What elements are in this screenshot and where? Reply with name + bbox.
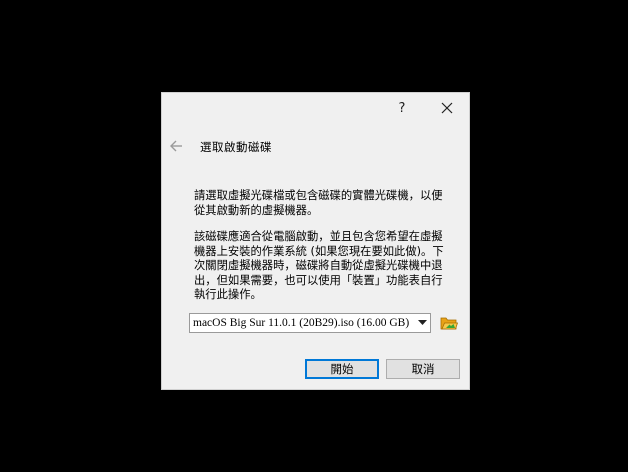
help-button[interactable]: ? (382, 93, 422, 123)
title-bar: ? (162, 93, 469, 123)
chevron-down-icon[interactable] (414, 314, 430, 332)
description-text: 該磁碟應適合從電腦啟動，並且包含您希望在虛擬機器上安裝的作業系統 (如果您現在要… (194, 230, 444, 302)
back-arrow-icon[interactable] (169, 139, 183, 153)
disk-select-value: macOS Big Sur 11.0.1 (20B29).iso (16.00 … (193, 317, 410, 329)
disk-select-dropdown[interactable]: macOS Big Sur 11.0.1 (20B29).iso (16.00 … (189, 313, 431, 333)
select-start-disk-dialog: ? 選取啟動磁碟 請選取虛擬光碟檔或包含磁碟的實體光碟機，以便從其啟動新的虛擬機… (161, 92, 470, 390)
close-icon (441, 102, 453, 114)
folder-open-icon[interactable] (440, 315, 458, 331)
instruction-text: 請選取虛擬光碟檔或包含磁碟的實體光碟機，以便從其啟動新的虛擬機器。 (194, 189, 443, 217)
close-button[interactable] (427, 93, 467, 123)
start-button[interactable]: 開始 (305, 359, 379, 379)
page-title: 選取啟動磁碟 (200, 140, 272, 154)
cancel-button[interactable]: 取消 (386, 359, 460, 379)
